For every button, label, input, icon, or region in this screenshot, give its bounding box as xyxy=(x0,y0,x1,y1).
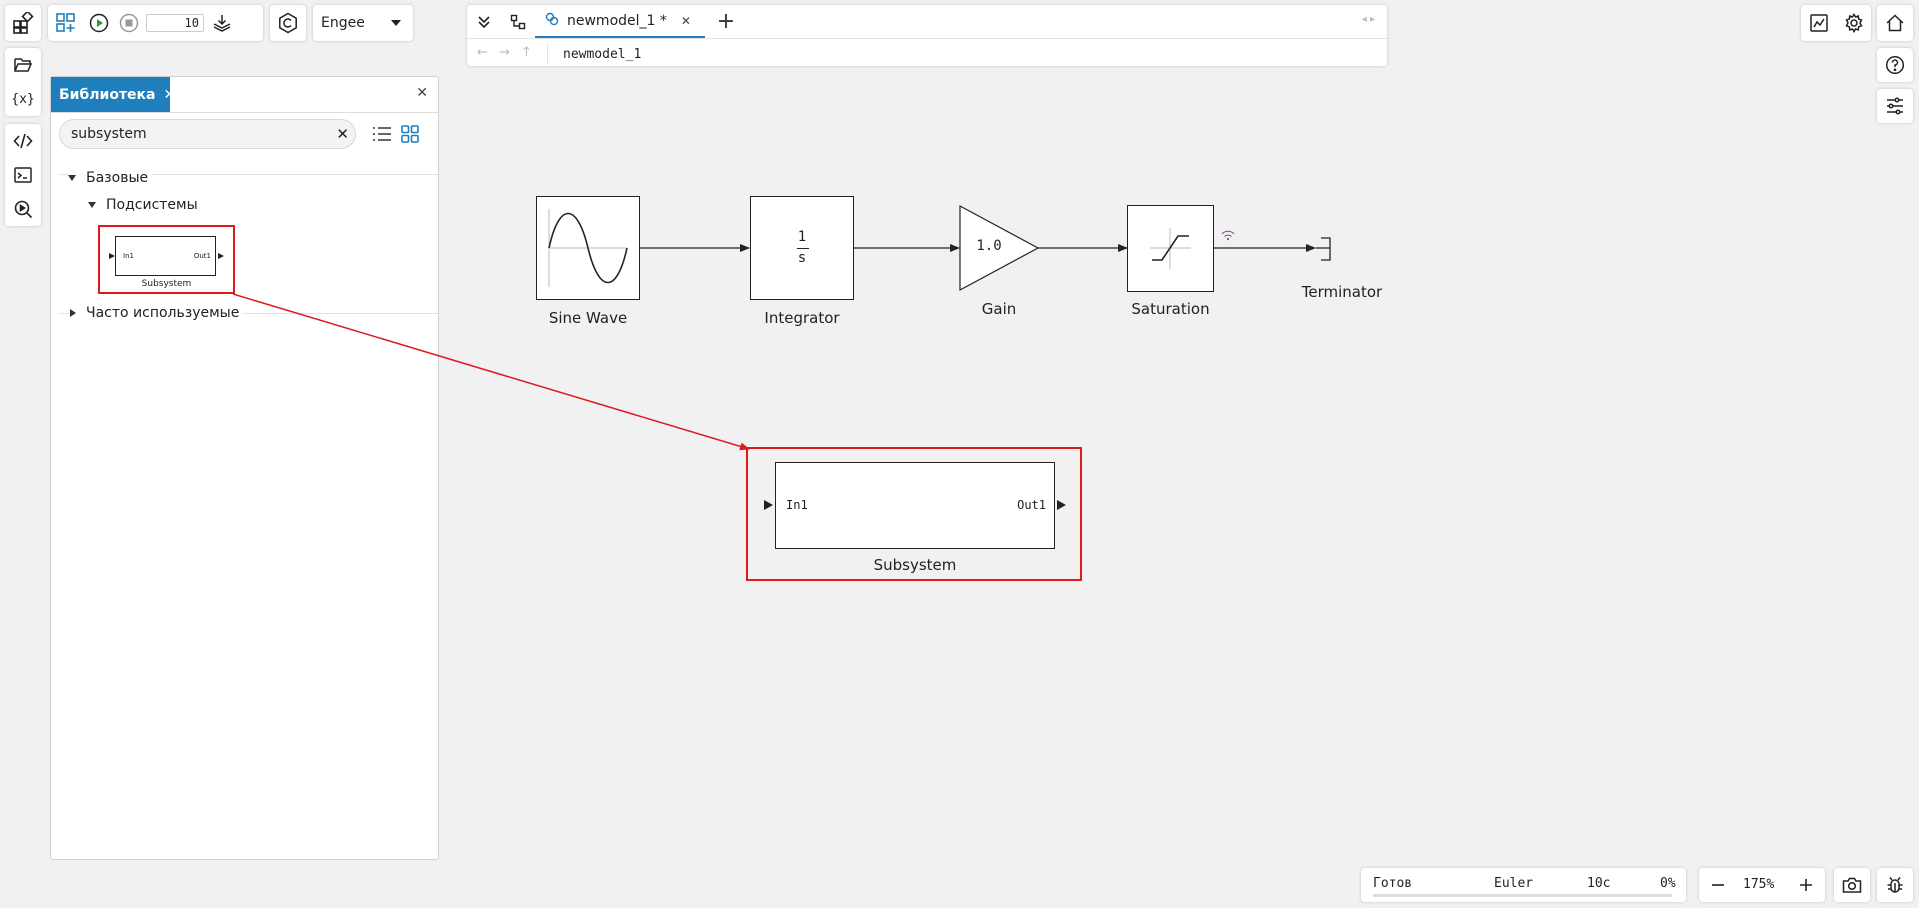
zoom-in-button[interactable] xyxy=(1791,870,1821,900)
subsystem-out-arrow-icon xyxy=(1057,500,1066,510)
block-subsystem[interactable]: In1 Out1 xyxy=(775,462,1055,549)
status-solver: Euler xyxy=(1494,876,1534,891)
label-terminator: Terminator xyxy=(1301,283,1383,301)
label-sine-wave: Sine Wave xyxy=(548,309,628,327)
status-time: 10с xyxy=(1587,876,1611,891)
sine-wave-icon xyxy=(548,209,628,287)
subsystem-out-port-label: Out1 xyxy=(1017,498,1046,512)
debug-bug-button[interactable] xyxy=(1877,868,1913,902)
block-integrator[interactable]: 1 s xyxy=(750,196,854,300)
drag-indicator-arrow xyxy=(232,293,750,451)
status-progress: 0% xyxy=(1660,876,1676,891)
label-gain: Gain xyxy=(981,300,1017,318)
zoom-out-button[interactable] xyxy=(1703,870,1733,900)
block-saturation[interactable] xyxy=(1127,205,1214,292)
saturation-icon xyxy=(1150,228,1191,269)
terminator-icon xyxy=(1316,237,1331,261)
label-integrator: Integrator xyxy=(764,309,840,327)
subsystem-in-port-label: In1 xyxy=(786,498,808,512)
label-saturation: Saturation xyxy=(1131,300,1210,318)
status-state: Готов xyxy=(1373,876,1413,891)
progress-track xyxy=(1373,894,1672,897)
integrator-den: s xyxy=(797,250,807,266)
integrator-fraction-bar xyxy=(797,248,809,249)
label-canvas-subsystem: Subsystem xyxy=(873,556,957,574)
block-sine-wave[interactable] xyxy=(536,196,640,300)
zoom-level: 175% xyxy=(1743,877,1775,892)
screenshot-button[interactable] xyxy=(1834,868,1870,902)
zoom-control: 175% xyxy=(1699,868,1825,902)
block-terminator[interactable] xyxy=(1316,237,1346,265)
subsystem-in-arrow-icon xyxy=(764,500,773,510)
gain-value: 1.0 xyxy=(976,238,1002,254)
status-bar: Готов Euler 10с 0% xyxy=(1361,868,1686,902)
integrator-num: 1 xyxy=(797,229,807,245)
signal-logging-icon[interactable] xyxy=(1220,227,1236,246)
block-gain[interactable]: 1.0 xyxy=(959,204,1040,292)
